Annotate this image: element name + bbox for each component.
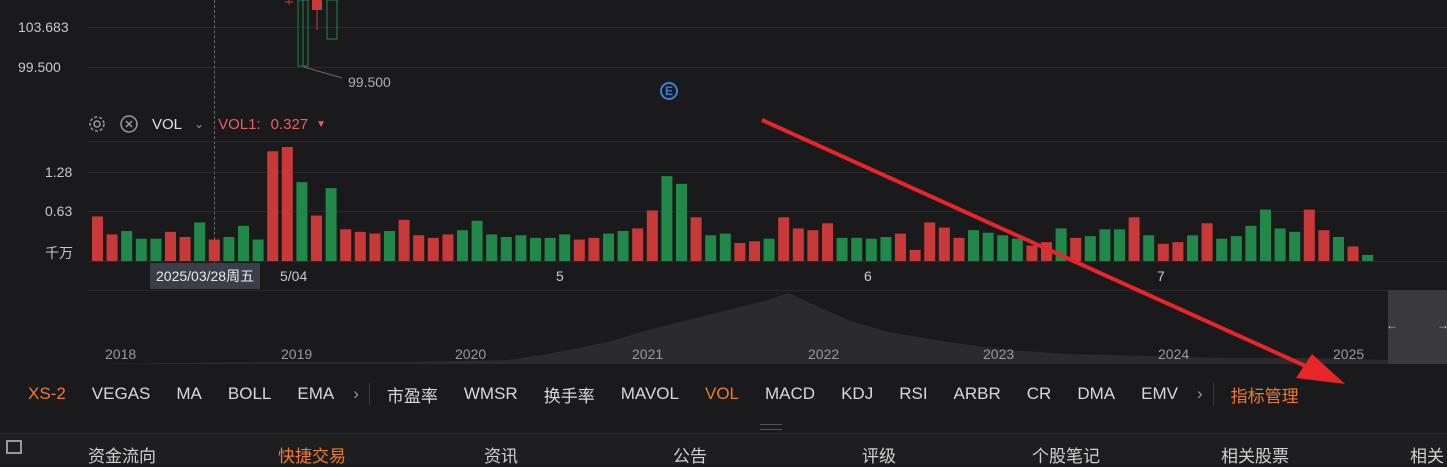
annotation-arrow <box>761 118 1345 384</box>
